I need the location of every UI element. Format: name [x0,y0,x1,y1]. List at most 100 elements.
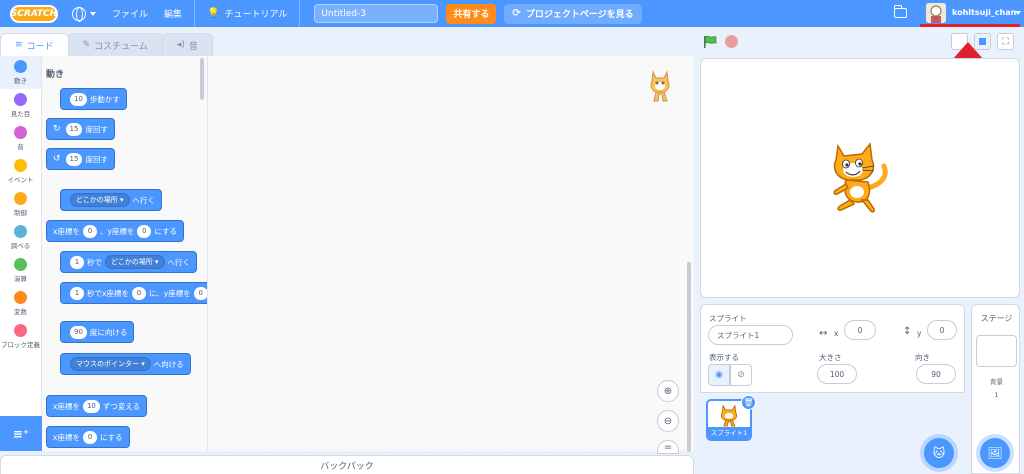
backpack[interactable]: バックパック [0,455,694,474]
degrees-input[interactable]: 15 [65,122,83,136]
point-towards-block[interactable]: マウスのポインター ▾ へ向ける [60,353,191,375]
tab-costumes[interactable]: ✎ コスチューム [67,33,163,56]
direction-input[interactable]: 90 [70,325,87,339]
fullscreen-button[interactable]: ⛶ [997,33,1014,50]
choose-sprite-button[interactable]: 🐱 [924,438,954,468]
seconds-input[interactable]: 1 [70,286,84,300]
size-input[interactable]: 100 [817,364,857,384]
block-text: x座標を [53,401,80,411]
zoom-out-icon: ⊖ [663,415,673,427]
choose-sprite-icon: 🐱 [932,446,946,460]
zoom-in-icon: ⊕ [663,385,673,397]
zoom-out-button[interactable]: ⊖ [657,410,679,432]
category-motion[interactable]: 動き [0,56,41,89]
category-my-blocks[interactable]: ブロック定義 [0,320,41,353]
category-events[interactable]: イベント [0,155,41,188]
category-control[interactable]: 制御 [0,188,41,221]
degrees-input[interactable]: 15 [65,152,83,166]
menu-divider [194,0,196,27]
x-arrow-icon: ↔ [819,328,828,339]
sprite-name-input[interactable]: スプライト1 [708,325,793,345]
show-sprite-button[interactable]: ◉ [708,364,730,386]
block-text: へ向ける [153,359,184,369]
add-extension-button[interactable]: ≡⁺ [0,416,42,451]
zoom-in-button[interactable]: ⊕ [657,380,679,402]
go-to-xy-block[interactable]: x座標を 0 、y座標を 0 にする [46,220,184,242]
stop-icon[interactable] [725,35,738,48]
category-menu: 動き 見た目 音 イベント 制御 調べる 演算 変数 ブロック定義 [0,56,42,416]
x-position-input[interactable]: 0 [844,320,876,340]
y-input[interactable]: 0 [193,286,207,300]
choose-backdrop-icon: 🖼 [987,446,1003,460]
see-project-page-label: プロジェクトページを見る [525,10,634,20]
file-menu[interactable]: ファイル [104,0,156,27]
backdrops-count: 1 [994,391,999,399]
turn-left-block[interactable]: ↺ 15 度回す [46,148,115,170]
category-sound[interactable]: 音 [0,122,41,155]
glide-to-block[interactable]: 1 秒で どこかの場所 ▾ へ行く [60,251,198,273]
folder-icon[interactable] [894,5,907,18]
turn-right-block[interactable]: ↻ 15 度回す [46,118,115,140]
tab-code[interactable]: ≡ コード [0,33,69,56]
point-towards-dropdown[interactable]: マウスのポインター ▾ [70,357,151,371]
code-scrollbar[interactable] [687,262,691,452]
steps-input[interactable]: 10 [70,92,87,106]
change-x-block[interactable]: x座標を 10 ずつ変える [46,395,148,417]
choose-backdrop-button[interactable]: 🖼 [980,438,1010,468]
category-label: 調べる [10,242,31,250]
chevron-down-icon[interactable] [1015,11,1021,15]
tutorials-button[interactable]: 💡 チュートリアル [199,0,295,27]
set-x-block[interactable]: x座標を 0 にする [46,426,130,448]
project-title-input[interactable] [314,4,439,23]
glide-dropdown[interactable]: どこかの場所 ▾ [105,255,165,269]
rotate-right-icon: ↻ [53,124,61,134]
change-x-input[interactable]: 10 [82,399,100,413]
category-label: 見た目 [10,110,31,118]
y-input[interactable]: 0 [137,224,152,238]
sprite-cat-icon [650,70,670,102]
delete-sprite-button[interactable]: 🗑 [741,395,756,410]
y-position-input[interactable]: 0 [927,320,957,340]
scratch-logo[interactable]: SCRATCH [10,4,58,23]
edit-menu[interactable]: 編集 [156,0,190,27]
tab-costumes-label: コスチューム [94,41,148,52]
x-input[interactable]: 0 [131,286,146,300]
dropdown-value: どこかの場所 [76,196,118,204]
x-input[interactable]: 0 [82,224,97,238]
language-menu[interactable] [64,0,104,27]
set-x-input[interactable]: 0 [82,430,97,444]
category-label: 演算 [14,275,27,283]
category-dot [14,93,27,106]
seconds-input[interactable]: 1 [70,255,84,269]
hide-sprite-button[interactable]: ⊘ [730,364,752,386]
block-text: にする [154,226,177,236]
category-operators[interactable]: 演算 [0,254,41,287]
avatar[interactable] [926,3,946,23]
go-to-dropdown[interactable]: どこかの場所 ▾ [70,193,130,207]
dropdown-value: どこかの場所 [111,258,153,266]
code-workspace[interactable] [208,56,694,451]
share-button[interactable]: 共有する [446,3,497,24]
category-dot [14,324,27,337]
see-project-page-button[interactable]: ⟳ プロジェクトページを見る [504,3,642,24]
username[interactable]: kohitsuji_chan [952,8,1016,17]
tutorial-icon: 💡 [207,8,220,19]
block-text: にする [99,432,123,442]
category-sensing[interactable]: 調べる [0,221,41,254]
point-in-direction-block[interactable]: 90 度に向ける [60,321,135,343]
green-flag-icon[interactable] [703,35,717,49]
hidden-eye-icon: ⊘ [737,370,745,380]
category-variables[interactable]: 変数 [0,287,41,320]
move-steps-block[interactable]: 10 歩動かす [60,88,127,110]
palette-scrollbar[interactable] [200,58,204,100]
category-looks[interactable]: 見た目 [0,89,41,122]
glide-xy-block[interactable]: 1 秒でx座標を 0 に、y座標を 0 [60,282,207,304]
category-dot [14,126,27,139]
direction-input[interactable]: 90 [916,364,956,384]
sprite-cat[interactable] [826,140,892,214]
globe-icon [72,6,86,22]
go-to-block[interactable]: どこかの場所 ▾ へ行く [60,189,163,211]
tab-sounds[interactable]: ◂) 音 [161,33,213,56]
category-dot [14,192,27,205]
block-text: へ行く [132,195,156,205]
